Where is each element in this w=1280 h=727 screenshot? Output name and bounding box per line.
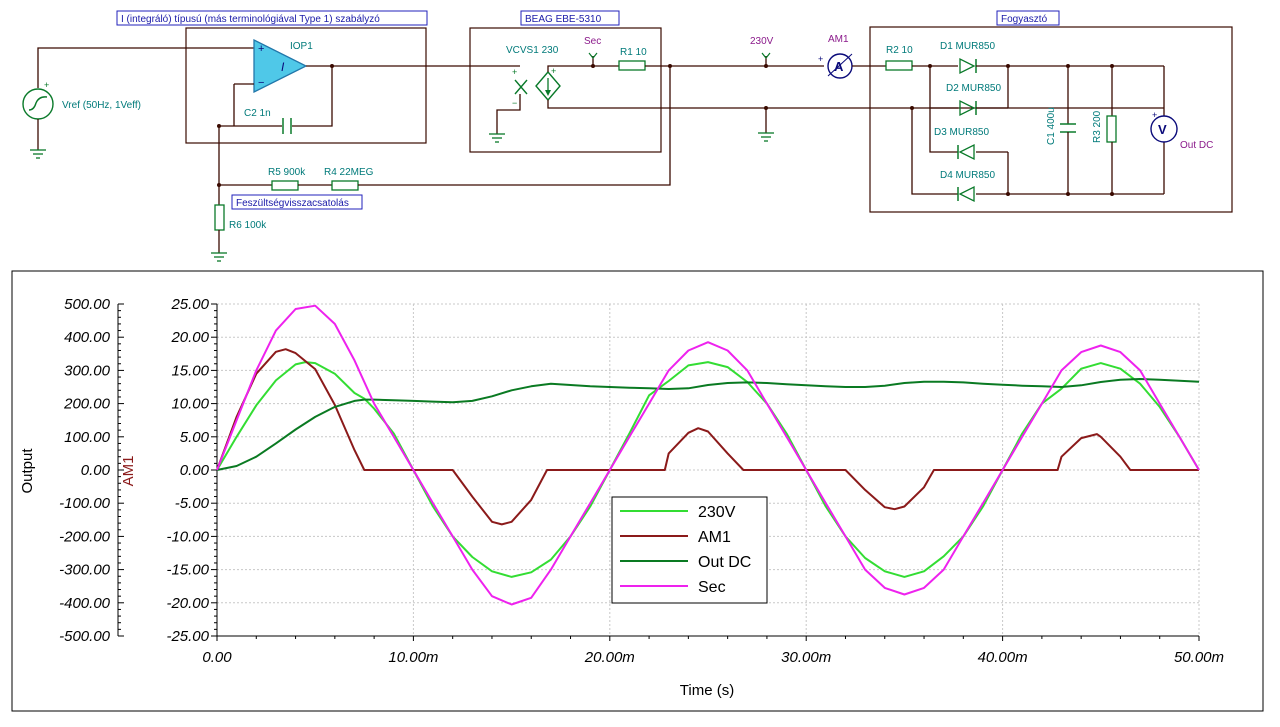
r1-label: R1 10 <box>620 47 647 58</box>
y-tick-label-right: -15.00 <box>166 562 209 579</box>
svg-text:+: + <box>258 43 264 55</box>
y-tick-label-right: 15.00 <box>171 362 209 379</box>
legend-entry: Out DC <box>698 554 751 571</box>
vcvs1-label: VCVS1 230 <box>506 45 559 56</box>
chart-legend: 230V AM1 Out DC Sec <box>611 496 768 604</box>
feedback-title: Feszültségvisszacsatolás <box>236 198 349 209</box>
y-tick-label-left: -400.00 <box>59 595 111 612</box>
y-tick-label-right: -5.00 <box>175 495 210 512</box>
legend-entry: Sec <box>698 579 726 596</box>
y-tick-label-right: 20.00 <box>170 329 209 346</box>
y-tick-label-left: 300.00 <box>64 362 111 379</box>
out-dc-label: Out DC <box>1180 140 1213 151</box>
svg-text:+: + <box>818 54 823 64</box>
svg-text:+: + <box>512 67 517 77</box>
y-tick-label-left: -300.00 <box>59 562 111 579</box>
d4-label: D4 MUR850 <box>940 170 995 181</box>
op-amp-iop1: + − I IOP1 <box>253 38 313 94</box>
circuit-schematic: I (integráló) típusú (más terminológiáva… <box>22 10 1233 262</box>
node-230v-label: 230V <box>750 36 774 47</box>
c2-label: C2 1n <box>244 108 271 119</box>
y-tick-label-left: 200.00 <box>63 396 111 413</box>
r4-label: R4 22MEG <box>324 167 374 178</box>
y-tick-label-right: -25.00 <box>166 628 209 645</box>
r2-label: R2 10 <box>886 45 913 56</box>
r5-label: R5 900k <box>268 167 306 178</box>
controller-title: I (integráló) típusú (más terminológiáva… <box>121 14 380 25</box>
svg-text:−: − <box>258 77 264 89</box>
vref-label: Vref (50Hz, 1Veff) <box>62 100 141 111</box>
vref-source: + Vref (50Hz, 1Veff) <box>22 47 258 159</box>
voltmeter-out-dc: V + Out DC <box>1150 110 1213 151</box>
x-tick-label: 30.00m <box>781 649 831 666</box>
d1-label: D1 MUR850 <box>940 41 995 52</box>
y-tick-label-right: -20.00 <box>166 595 209 612</box>
d2-label: D2 MUR850 <box>946 83 1001 94</box>
svg-text:+: + <box>551 66 556 76</box>
x-tick-label: 10.00m <box>388 649 438 666</box>
y-tick-label-right: 10.00 <box>171 396 209 413</box>
y-axis-label-right: AM1 <box>120 456 137 487</box>
vcvs1: + − + VCVS1 230 <box>489 45 1164 143</box>
x-tick-label: 0.00 <box>202 649 232 666</box>
y-tick-label-left: -100.00 <box>59 495 111 512</box>
y-tick-label-right: 0.00 <box>180 462 210 479</box>
y-tick-label-left: 500.00 <box>64 296 111 313</box>
ammeter-am1: A + AM1 <box>818 34 853 79</box>
legend-entry: 230V <box>698 504 736 521</box>
legend-box <box>611 496 768 604</box>
svg-text:−: − <box>512 98 517 108</box>
svg-text:+: + <box>44 80 49 90</box>
x-tick-label: 40.00m <box>978 649 1028 666</box>
waveform-chart: 500.00 25.00 400.00 20.00 300.00 15.00 200.00 1… <box>11 270 1264 712</box>
y-tick-label-left: 100.00 <box>64 429 111 446</box>
r3-label: R3 200 <box>1092 110 1103 143</box>
d3-label: D3 MUR850 <box>934 127 989 138</box>
y-tick-label-right: 25.00 <box>170 296 209 313</box>
load-title: Fogyasztó <box>1001 14 1048 25</box>
legend-entry: AM1 <box>698 529 731 546</box>
voltmeter-symbol: V <box>1158 122 1167 137</box>
c1-label: C1 400u <box>1046 107 1057 145</box>
r6-label: R6 100k <box>229 220 267 231</box>
x-tick-label: 50.00m <box>1174 649 1224 666</box>
y-tick-label-left: -200.00 <box>59 528 111 545</box>
y-tick-label-right: -10.00 <box>166 528 209 545</box>
y-tick-label-right: 5.00 <box>180 429 210 446</box>
x-axis-label: Time (s) <box>680 682 734 699</box>
source-block-title: BEAG EBE-5310 <box>525 14 602 25</box>
y-tick-label-left: -500.00 <box>59 628 111 645</box>
svg-text:+: + <box>1152 110 1157 120</box>
x-tick-label: 20.00m <box>584 649 635 666</box>
sec-label: Sec <box>584 36 601 47</box>
y-tick-label-left: 400.00 <box>64 329 111 346</box>
iop1-label: IOP1 <box>290 41 313 52</box>
y-tick-label-left: 0.00 <box>81 462 111 479</box>
am1-label: AM1 <box>828 34 849 45</box>
y-axis-label-left: Output <box>19 448 36 494</box>
